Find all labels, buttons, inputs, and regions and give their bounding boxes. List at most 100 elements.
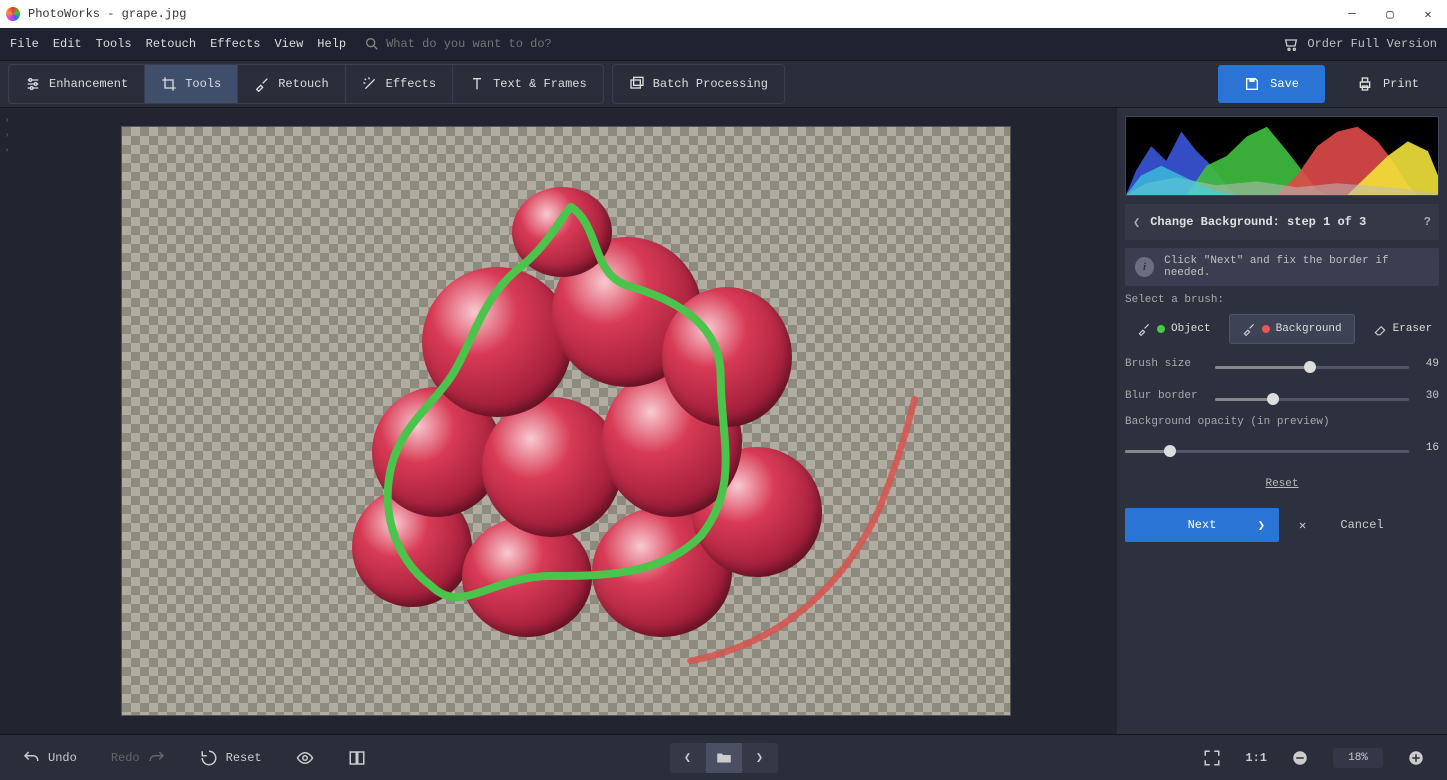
fit-screen-button[interactable]: [1193, 743, 1231, 773]
text-icon: [469, 76, 485, 92]
brush-object-button[interactable]: Object: [1125, 314, 1223, 344]
zoom-value[interactable]: 18%: [1333, 748, 1383, 768]
canvas-area[interactable]: [14, 108, 1117, 734]
green-dot-icon: [1157, 325, 1165, 333]
bg-opacity-slider[interactable]: [1125, 446, 1409, 450]
brush-eraser-label: Eraser: [1393, 323, 1433, 335]
brush-size-slider[interactable]: [1215, 362, 1409, 366]
chevron-right-icon: ❯: [756, 750, 763, 765]
order-full-version-button[interactable]: Order Full Version: [1283, 36, 1437, 52]
close-icon: ✕: [1299, 518, 1306, 533]
reset-button[interactable]: Reset: [190, 743, 272, 773]
zoom-out-button[interactable]: [1281, 743, 1319, 773]
tab-retouch[interactable]: Retouch: [238, 65, 345, 103]
blur-border-value: 30: [1409, 390, 1439, 402]
tab-text-frames-label: Text & Frames: [493, 77, 587, 91]
brush-background-button[interactable]: Background: [1229, 314, 1355, 344]
tab-text-frames[interactable]: Text & Frames: [453, 65, 603, 103]
menu-help[interactable]: Help: [317, 37, 346, 51]
title-bar: PhotoWorks - grape.jpg ─ ▢ ✕: [0, 0, 1447, 28]
images-icon: [629, 76, 645, 92]
print-label: Print: [1383, 77, 1419, 91]
bg-opacity-setting: 16: [1125, 436, 1439, 460]
tab-tools[interactable]: Tools: [145, 65, 238, 103]
batch-label: Batch Processing: [653, 77, 768, 91]
undo-icon: [22, 749, 40, 767]
batch-processing-button[interactable]: Batch Processing: [613, 65, 784, 103]
info-bar: i Click "Next" and fix the border if nee…: [1125, 248, 1439, 286]
save-label: Save: [1270, 77, 1299, 91]
revert-icon: [200, 749, 218, 767]
brush-size-value: 49: [1409, 358, 1439, 370]
redo-button[interactable]: Redo: [101, 743, 176, 773]
close-icon[interactable]: ✕: [1421, 7, 1435, 22]
minimize-icon[interactable]: ─: [1345, 7, 1359, 22]
compare-button[interactable]: [338, 743, 376, 773]
wand-icon: [362, 76, 378, 92]
bg-opacity-value: 16: [1409, 442, 1439, 454]
chevron-right-icon[interactable]: ›: [5, 131, 10, 140]
reset-label: Reset: [226, 751, 262, 765]
brush-icon: [1242, 322, 1256, 336]
minus-icon: [1291, 749, 1309, 767]
menu-view[interactable]: View: [274, 37, 303, 51]
folder-nav: ❮ ❯: [670, 743, 778, 773]
chevron-right-icon[interactable]: ›: [5, 146, 10, 155]
eye-icon: [296, 749, 314, 767]
blur-border-slider[interactable]: [1215, 394, 1409, 398]
brush-object-label: Object: [1171, 323, 1211, 335]
zoom-in-button[interactable]: [1397, 743, 1435, 773]
cancel-button[interactable]: ✕ Cancel: [1285, 508, 1439, 542]
menu-effects[interactable]: Effects: [210, 37, 260, 51]
brush-icon: [254, 76, 270, 92]
menu-retouch[interactable]: Retouch: [146, 37, 196, 51]
brush-size-label: Brush size: [1125, 358, 1215, 370]
panel-header: ❮ Change Background: step 1 of 3 ?: [1125, 204, 1439, 240]
chevron-right-icon[interactable]: ›: [5, 116, 10, 125]
plus-icon: [1407, 749, 1425, 767]
prev-image-button[interactable]: ❮: [670, 743, 706, 773]
back-icon[interactable]: ❮: [1133, 215, 1140, 230]
fit-icon: [1203, 749, 1221, 767]
maximize-icon[interactable]: ▢: [1383, 7, 1397, 22]
red-dot-icon: [1262, 325, 1270, 333]
brush-background-label: Background: [1276, 323, 1342, 335]
search-icon: [364, 36, 380, 52]
info-icon: i: [1135, 257, 1154, 277]
info-text: Click "Next" and fix the border if neede…: [1164, 255, 1429, 279]
next-label: Next: [1188, 518, 1217, 532]
brush-eraser-button[interactable]: Eraser: [1361, 314, 1445, 344]
next-button[interactable]: Next ❯: [1125, 508, 1279, 542]
folder-icon: [715, 749, 733, 767]
brush-icon: [1137, 322, 1151, 336]
blur-border-setting: Blur border 30: [1125, 384, 1439, 408]
panel-title: Change Background: step 1 of 3: [1150, 215, 1366, 229]
app-logo-icon: [6, 7, 20, 21]
preview-button[interactable]: [286, 743, 324, 773]
one-to-one-button[interactable]: 1:1: [1245, 751, 1267, 765]
menu-file[interactable]: File: [10, 37, 39, 51]
left-rail: › › ›: [0, 108, 14, 734]
help-search-input[interactable]: [386, 37, 606, 51]
chevron-right-icon: ❯: [1258, 518, 1265, 533]
tab-effects-label: Effects: [386, 77, 436, 91]
brush-size-setting: Brush size 49: [1125, 352, 1439, 376]
compare-icon: [348, 749, 366, 767]
tab-effects[interactable]: Effects: [346, 65, 453, 103]
sliders-icon: [25, 76, 41, 92]
menu-tools[interactable]: Tools: [96, 37, 132, 51]
bg-opacity-label: Background opacity (in preview): [1125, 416, 1439, 428]
undo-button[interactable]: Undo: [12, 743, 87, 773]
next-image-button[interactable]: ❯: [742, 743, 778, 773]
print-button[interactable]: Print: [1337, 65, 1439, 103]
help-icon[interactable]: ?: [1424, 215, 1431, 229]
right-panel: ❮ Change Background: step 1 of 3 ? i Cli…: [1117, 108, 1447, 734]
reset-link[interactable]: Reset: [1125, 478, 1439, 490]
undo-label: Undo: [48, 751, 77, 765]
tab-enhancement[interactable]: Enhancement: [9, 65, 145, 103]
save-button[interactable]: Save: [1218, 65, 1325, 103]
menu-edit[interactable]: Edit: [53, 37, 82, 51]
save-icon: [1244, 76, 1260, 92]
browse-folder-button[interactable]: [706, 743, 742, 773]
tab-tools-label: Tools: [185, 77, 221, 91]
